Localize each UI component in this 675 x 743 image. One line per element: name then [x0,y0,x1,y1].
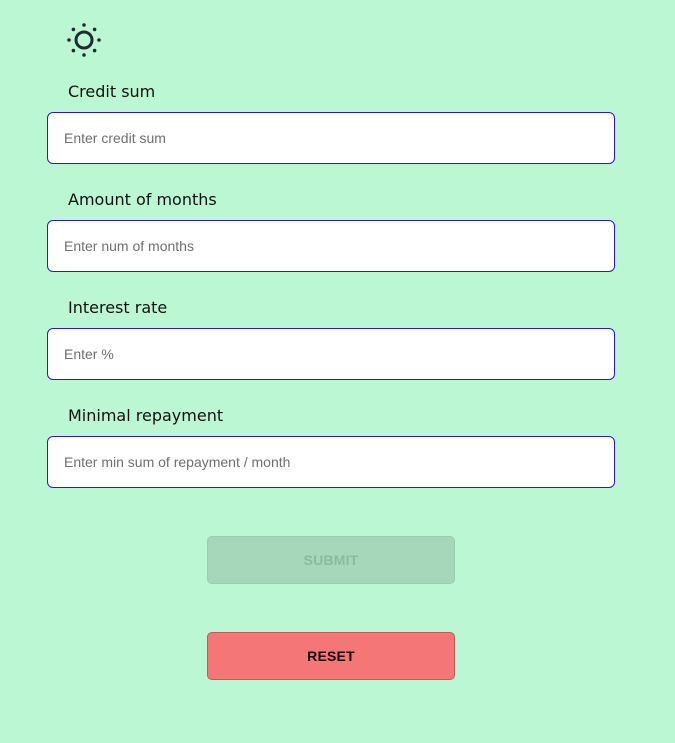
min-repayment-input[interactable] [47,436,615,488]
credit-sum-input[interactable] [47,112,615,164]
months-input[interactable] [47,220,615,272]
interest-rate-input[interactable] [47,328,615,380]
credit-sum-label: Credit sum [68,82,156,101]
sun-icon [67,23,101,57]
reset-button[interactable]: RESET [207,632,455,680]
theme-toggle-button[interactable] [66,22,102,58]
months-label: Amount of months [68,190,217,209]
submit-button[interactable]: SUBMIT [207,536,455,584]
interest-rate-label: Interest rate [68,298,168,317]
min-repayment-label: Minimal repayment [68,406,224,425]
